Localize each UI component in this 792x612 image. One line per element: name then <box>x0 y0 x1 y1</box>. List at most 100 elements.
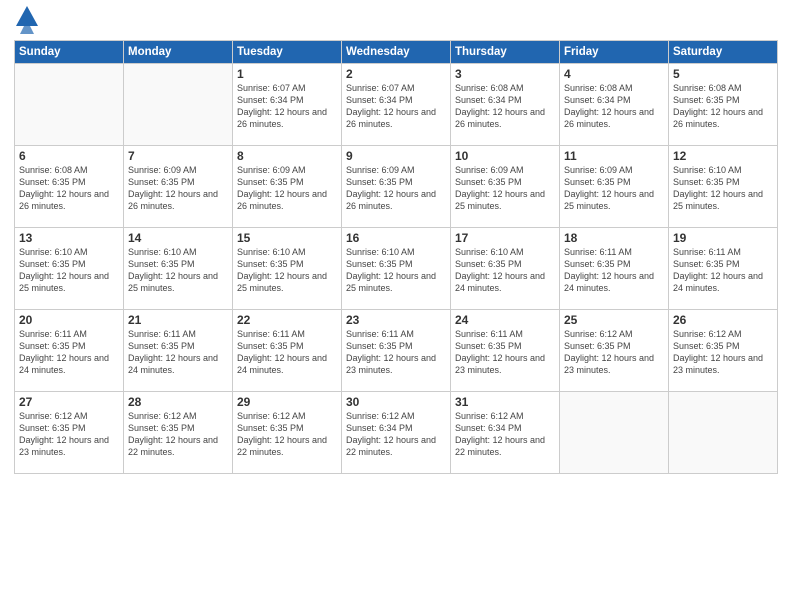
calendar-cell: 26Sunrise: 6:12 AM Sunset: 6:35 PM Dayli… <box>669 310 778 392</box>
calendar-cell: 30Sunrise: 6:12 AM Sunset: 6:34 PM Dayli… <box>342 392 451 474</box>
calendar-cell: 14Sunrise: 6:10 AM Sunset: 6:35 PM Dayli… <box>124 228 233 310</box>
calendar-header-thursday: Thursday <box>451 41 560 64</box>
day-info: Sunrise: 6:10 AM Sunset: 6:35 PM Dayligh… <box>128 246 228 295</box>
calendar-header-wednesday: Wednesday <box>342 41 451 64</box>
day-info: Sunrise: 6:08 AM Sunset: 6:35 PM Dayligh… <box>19 164 119 213</box>
day-info: Sunrise: 6:11 AM Sunset: 6:35 PM Dayligh… <box>346 328 446 377</box>
day-info: Sunrise: 6:09 AM Sunset: 6:35 PM Dayligh… <box>455 164 555 213</box>
day-info: Sunrise: 6:09 AM Sunset: 6:35 PM Dayligh… <box>128 164 228 213</box>
day-number: 4 <box>564 67 664 81</box>
day-number: 11 <box>564 149 664 163</box>
day-info: Sunrise: 6:12 AM Sunset: 6:34 PM Dayligh… <box>346 410 446 459</box>
day-info: Sunrise: 6:10 AM Sunset: 6:35 PM Dayligh… <box>346 246 446 295</box>
day-info: Sunrise: 6:09 AM Sunset: 6:35 PM Dayligh… <box>564 164 664 213</box>
header <box>14 10 778 34</box>
day-info: Sunrise: 6:11 AM Sunset: 6:35 PM Dayligh… <box>237 328 337 377</box>
day-info: Sunrise: 6:08 AM Sunset: 6:35 PM Dayligh… <box>673 82 773 131</box>
calendar-header-saturday: Saturday <box>669 41 778 64</box>
day-info: Sunrise: 6:11 AM Sunset: 6:35 PM Dayligh… <box>564 246 664 295</box>
day-info: Sunrise: 6:12 AM Sunset: 6:35 PM Dayligh… <box>19 410 119 459</box>
calendar-week-3: 13 Sunrise: 6:10 AM Sunset: 6:35 PM Dayli… <box>15 228 778 310</box>
calendar-cell: 22Sunrise: 6:11 AM Sunset: 6:35 PM Dayli… <box>233 310 342 392</box>
calendar-cell: 31Sunrise: 6:12 AM Sunset: 6:34 PM Dayli… <box>451 392 560 474</box>
calendar-cell: 13Sunrise: 6:10 AM Sunset: 6:35 PM Dayli… <box>15 228 124 310</box>
day-info: Sunrise: 6:08 AM Sunset: 6:34 PM Dayligh… <box>455 82 555 131</box>
day-number: 27 <box>19 395 119 409</box>
calendar-header-sunday: Sunday <box>15 41 124 64</box>
calendar-cell: 3Sunrise: 6:08 AM Sunset: 6:34 PM Daylig… <box>451 64 560 146</box>
day-number: 16 <box>346 231 446 245</box>
day-info: Sunrise: 6:07 AM Sunset: 6:34 PM Dayligh… <box>237 82 337 131</box>
day-number: 20 <box>19 313 119 327</box>
calendar-cell: 24Sunrise: 6:11 AM Sunset: 6:35 PM Dayli… <box>451 310 560 392</box>
day-number: 25 <box>564 313 664 327</box>
calendar-cell: 5Sunrise: 6:08 AM Sunset: 6:35 PM Daylig… <box>669 64 778 146</box>
calendar-week-2: 6Sunrise: 6:08 AM Sunset: 6:35 PM Daylig… <box>15 146 778 228</box>
calendar-cell: 10Sunrise: 6:09 AM Sunset: 6:35 PM Dayli… <box>451 146 560 228</box>
day-number: 7 <box>128 149 228 163</box>
calendar-cell: 7Sunrise: 6:09 AM Sunset: 6:35 PM Daylig… <box>124 146 233 228</box>
day-number: 22 <box>237 313 337 327</box>
calendar-cell: 20Sunrise: 6:11 AM Sunset: 6:35 PM Dayli… <box>15 310 124 392</box>
day-number: 3 <box>455 67 555 81</box>
calendar-week-4: 20Sunrise: 6:11 AM Sunset: 6:35 PM Dayli… <box>15 310 778 392</box>
calendar-cell: 15Sunrise: 6:10 AM Sunset: 6:35 PM Dayli… <box>233 228 342 310</box>
calendar-cell: 6Sunrise: 6:08 AM Sunset: 6:35 PM Daylig… <box>15 146 124 228</box>
calendar-week-1: 1Sunrise: 6:07 AM Sunset: 6:34 PM Daylig… <box>15 64 778 146</box>
calendar-cell: 1Sunrise: 6:07 AM Sunset: 6:34 PM Daylig… <box>233 64 342 146</box>
calendar-header-friday: Friday <box>560 41 669 64</box>
calendar-cell <box>124 64 233 146</box>
day-info: Sunrise: 6:09 AM Sunset: 6:35 PM Dayligh… <box>346 164 446 213</box>
day-number: 6 <box>19 149 119 163</box>
calendar-cell: 18Sunrise: 6:11 AM Sunset: 6:35 PM Dayli… <box>560 228 669 310</box>
calendar-cell: 4Sunrise: 6:08 AM Sunset: 6:34 PM Daylig… <box>560 64 669 146</box>
day-info: Sunrise: 6:12 AM Sunset: 6:35 PM Dayligh… <box>128 410 228 459</box>
day-info: Sunrise: 6:07 AM Sunset: 6:34 PM Dayligh… <box>346 82 446 131</box>
day-number: 5 <box>673 67 773 81</box>
calendar-cell: 25Sunrise: 6:12 AM Sunset: 6:35 PM Dayli… <box>560 310 669 392</box>
calendar-week-5: 27Sunrise: 6:12 AM Sunset: 6:35 PM Dayli… <box>15 392 778 474</box>
calendar-cell: 29Sunrise: 6:12 AM Sunset: 6:35 PM Dayli… <box>233 392 342 474</box>
calendar-cell <box>560 392 669 474</box>
calendar-table: SundayMondayTuesdayWednesdayThursdayFrid… <box>14 40 778 474</box>
day-number: 18 <box>564 231 664 245</box>
day-info: Sunrise: 6:10 AM Sunset: 6:35 PM Dayligh… <box>673 164 773 213</box>
day-number: 17 <box>455 231 555 245</box>
calendar-cell: 28Sunrise: 6:12 AM Sunset: 6:35 PM Dayli… <box>124 392 233 474</box>
calendar-cell: 2Sunrise: 6:07 AM Sunset: 6:34 PM Daylig… <box>342 64 451 146</box>
day-info: Sunrise: 6:12 AM Sunset: 6:35 PM Dayligh… <box>673 328 773 377</box>
day-number: 9 <box>346 149 446 163</box>
calendar-cell: 11Sunrise: 6:09 AM Sunset: 6:35 PM Dayli… <box>560 146 669 228</box>
day-number: 28 <box>128 395 228 409</box>
day-info: Sunrise: 6:12 AM Sunset: 6:35 PM Dayligh… <box>564 328 664 377</box>
day-info: Sunrise: 6:11 AM Sunset: 6:35 PM Dayligh… <box>673 246 773 295</box>
calendar-header-tuesday: Tuesday <box>233 41 342 64</box>
day-number: 24 <box>455 313 555 327</box>
logo-icon <box>16 6 38 34</box>
day-info: Sunrise: 6:11 AM Sunset: 6:35 PM Dayligh… <box>19 328 119 377</box>
day-info: Sunrise: 6:08 AM Sunset: 6:34 PM Dayligh… <box>564 82 664 131</box>
day-number: 10 <box>455 149 555 163</box>
day-number: 8 <box>237 149 337 163</box>
day-number: 13 <box>19 231 119 245</box>
page: SundayMondayTuesdayWednesdayThursdayFrid… <box>0 0 792 612</box>
day-number: 19 <box>673 231 773 245</box>
calendar-cell <box>669 392 778 474</box>
day-number: 21 <box>128 313 228 327</box>
calendar-cell <box>15 64 124 146</box>
day-info: Sunrise: 6:11 AM Sunset: 6:35 PM Dayligh… <box>455 328 555 377</box>
day-number: 15 <box>237 231 337 245</box>
logo <box>14 10 38 34</box>
calendar-cell: 16Sunrise: 6:10 AM Sunset: 6:35 PM Dayli… <box>342 228 451 310</box>
calendar-header-row: SundayMondayTuesdayWednesdayThursdayFrid… <box>15 41 778 64</box>
calendar-cell: 9Sunrise: 6:09 AM Sunset: 6:35 PM Daylig… <box>342 146 451 228</box>
day-info: Sunrise: 6:12 AM Sunset: 6:35 PM Dayligh… <box>237 410 337 459</box>
calendar-cell: 21Sunrise: 6:11 AM Sunset: 6:35 PM Dayli… <box>124 310 233 392</box>
day-number: 12 <box>673 149 773 163</box>
calendar-header-monday: Monday <box>124 41 233 64</box>
day-info: Sunrise: 6:11 AM Sunset: 6:35 PM Dayligh… <box>128 328 228 377</box>
calendar-cell: 19Sunrise: 6:11 AM Sunset: 6:35 PM Dayli… <box>669 228 778 310</box>
calendar-cell: 17Sunrise: 6:10 AM Sunset: 6:35 PM Dayli… <box>451 228 560 310</box>
calendar-cell: 12Sunrise: 6:10 AM Sunset: 6:35 PM Dayli… <box>669 146 778 228</box>
day-number: 26 <box>673 313 773 327</box>
